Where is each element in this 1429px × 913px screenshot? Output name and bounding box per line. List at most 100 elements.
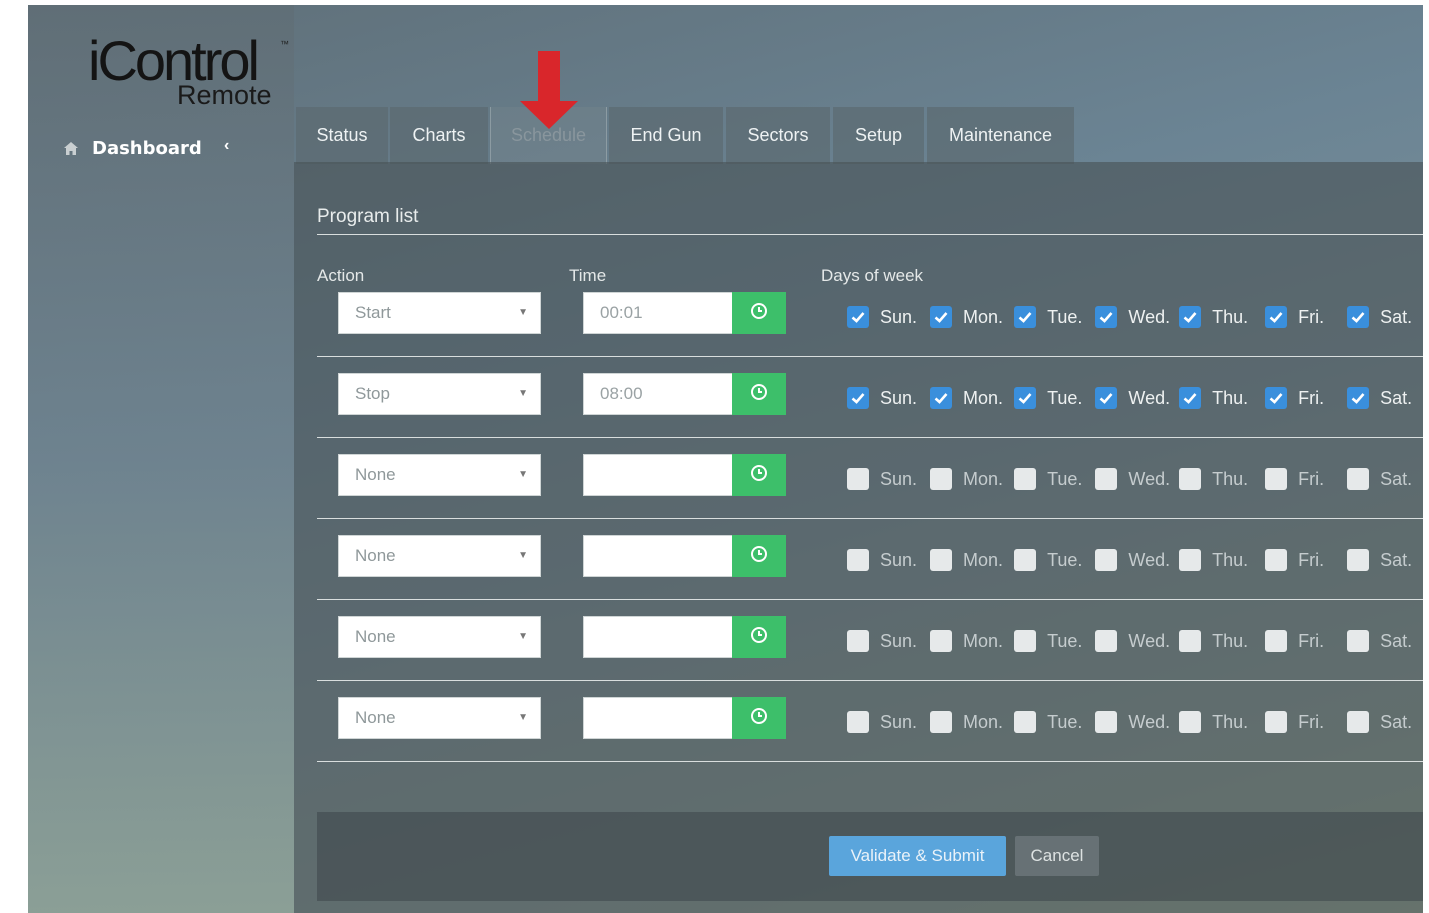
action-select[interactable]: None ▼	[338, 454, 541, 496]
day-checkbox-sun[interactable]: Sun.	[847, 549, 923, 571]
checkbox-empty-icon	[1179, 468, 1202, 490]
day-label: Fri.	[1298, 711, 1325, 732]
day-checkbox-wed[interactable]: Wed.	[1095, 711, 1176, 733]
day-checkbox-fri[interactable]: Fri.	[1265, 549, 1330, 571]
day-checkbox-wed[interactable]: Wed.	[1095, 549, 1176, 571]
program-row: None ▼ Sun. Mon. Tue. Wed. Thu. Fri. Sat.	[317, 600, 1423, 681]
clock-icon	[750, 626, 768, 649]
checkbox-checked-icon	[1179, 387, 1202, 409]
clock-button[interactable]	[732, 373, 786, 415]
day-label: Wed.	[1128, 387, 1171, 408]
tab-sectors[interactable]: Sectors	[726, 107, 830, 164]
program-row: Stop ▼ 08:00 Sun. Mon. Tue. Wed. Thu. Fri. Sat.	[317, 357, 1423, 438]
time-input[interactable]: 00:01	[583, 292, 733, 334]
day-checkbox-thu[interactable]: Thu.	[1179, 468, 1254, 490]
day-checkbox-sun[interactable]: Sun.	[847, 306, 923, 328]
day-checkbox-sat[interactable]: Sat.	[1347, 468, 1418, 490]
caret-down-icon: ▼	[518, 550, 528, 561]
day-checkbox-fri[interactable]: Fri.	[1265, 387, 1330, 409]
checkbox-checked-icon	[1347, 306, 1370, 328]
day-checkbox-sat[interactable]: Sat.	[1347, 306, 1418, 328]
tab-end-gun[interactable]: End Gun	[609, 107, 723, 164]
time-input[interactable]	[583, 697, 733, 739]
days-of-week: Sun. Mon. Tue. Wed. Thu. Fri. Sat.	[847, 296, 1418, 338]
day-checkbox-fri[interactable]: Fri.	[1265, 468, 1330, 490]
day-checkbox-mon[interactable]: Mon.	[930, 549, 1009, 571]
program-row: None ▼ Sun. Mon. Tue. Wed. Thu. Fri. Sat.	[317, 519, 1423, 600]
day-checkbox-sat[interactable]: Sat.	[1347, 387, 1418, 409]
form-footer: Validate & Submit Cancel	[317, 812, 1423, 901]
day-checkbox-thu[interactable]: Thu.	[1179, 711, 1254, 733]
clock-button[interactable]	[732, 292, 786, 334]
day-checkbox-thu[interactable]: Thu.	[1179, 306, 1254, 328]
day-checkbox-tue[interactable]: Tue.	[1014, 630, 1088, 652]
day-checkbox-fri[interactable]: Fri.	[1265, 630, 1330, 652]
day-checkbox-wed[interactable]: Wed.	[1095, 306, 1176, 328]
chevron-left-icon[interactable]: ‹	[224, 137, 229, 155]
tab-status[interactable]: Status	[296, 107, 388, 164]
logo-trademark: ™	[280, 39, 289, 49]
time-input[interactable]: 08:00	[583, 373, 733, 415]
day-label: Sun.	[880, 711, 918, 732]
day-checkbox-tue[interactable]: Tue.	[1014, 711, 1088, 733]
clock-button[interactable]	[732, 616, 786, 658]
action-select[interactable]: None ▼	[338, 535, 541, 577]
action-select[interactable]: None ▼	[338, 697, 541, 739]
time-input[interactable]	[583, 616, 733, 658]
day-checkbox-sun[interactable]: Sun.	[847, 468, 923, 490]
program-row: None ▼ Sun. Mon. Tue. Wed. Thu. Fri. Sat.	[317, 681, 1423, 762]
checkbox-checked-icon	[1179, 306, 1202, 328]
day-label: Mon.	[963, 711, 1004, 732]
caret-down-icon: ▼	[518, 388, 528, 399]
day-checkbox-wed[interactable]: Wed.	[1095, 387, 1176, 409]
sidebar-item-dashboard[interactable]: Dashboard ‹	[64, 135, 244, 161]
clock-button[interactable]	[732, 697, 786, 739]
action-select[interactable]: None ▼	[338, 616, 541, 658]
day-label: Mon.	[963, 549, 1004, 570]
action-select[interactable]: Stop ▼	[338, 373, 541, 415]
checkbox-empty-icon	[1265, 711, 1288, 733]
day-checkbox-sat[interactable]: Sat.	[1347, 711, 1418, 733]
day-checkbox-mon[interactable]: Mon.	[930, 387, 1009, 409]
day-checkbox-tue[interactable]: Tue.	[1014, 306, 1088, 328]
day-label: Sun.	[880, 306, 918, 327]
tab-charts[interactable]: Charts	[390, 107, 488, 164]
clock-button[interactable]	[732, 454, 786, 496]
logo: iControl ™ Remote	[88, 33, 298, 113]
day-checkbox-wed[interactable]: Wed.	[1095, 468, 1176, 490]
day-label: Sat.	[1380, 711, 1413, 732]
day-checkbox-thu[interactable]: Thu.	[1179, 630, 1254, 652]
day-checkbox-tue[interactable]: Tue.	[1014, 387, 1088, 409]
day-checkbox-mon[interactable]: Mon.	[930, 630, 1009, 652]
tab-maintenance[interactable]: Maintenance	[927, 107, 1074, 164]
day-checkbox-mon[interactable]: Mon.	[930, 306, 1009, 328]
day-checkbox-thu[interactable]: Thu.	[1179, 549, 1254, 571]
day-checkbox-sat[interactable]: Sat.	[1347, 630, 1418, 652]
day-checkbox-thu[interactable]: Thu.	[1179, 387, 1254, 409]
tab-setup[interactable]: Setup	[833, 107, 924, 164]
action-select[interactable]: Start ▼	[338, 292, 541, 334]
day-checkbox-fri[interactable]: Fri.	[1265, 306, 1330, 328]
down-arrow-icon	[520, 51, 578, 129]
cancel-button[interactable]: Cancel	[1015, 836, 1099, 876]
day-checkbox-wed[interactable]: Wed.	[1095, 630, 1176, 652]
day-checkbox-mon[interactable]: Mon.	[930, 468, 1009, 490]
validate-submit-button[interactable]: Validate & Submit	[829, 836, 1006, 876]
checkbox-empty-icon	[1179, 549, 1202, 571]
day-checkbox-mon[interactable]: Mon.	[930, 711, 1009, 733]
time-input[interactable]	[583, 535, 733, 577]
day-checkbox-fri[interactable]: Fri.	[1265, 711, 1330, 733]
time-input[interactable]	[583, 454, 733, 496]
checkbox-empty-icon	[1014, 549, 1037, 571]
checkbox-empty-icon	[1347, 630, 1370, 652]
day-checkbox-sun[interactable]: Sun.	[847, 711, 923, 733]
day-checkbox-sun[interactable]: Sun.	[847, 387, 923, 409]
clock-button[interactable]	[732, 535, 786, 577]
day-label: Thu.	[1212, 549, 1249, 570]
day-checkbox-tue[interactable]: Tue.	[1014, 468, 1088, 490]
day-label: Wed.	[1128, 711, 1171, 732]
day-checkbox-tue[interactable]: Tue.	[1014, 549, 1088, 571]
day-checkbox-sun[interactable]: Sun.	[847, 630, 923, 652]
logo-sub: Remote	[177, 80, 272, 110]
day-checkbox-sat[interactable]: Sat.	[1347, 549, 1418, 571]
